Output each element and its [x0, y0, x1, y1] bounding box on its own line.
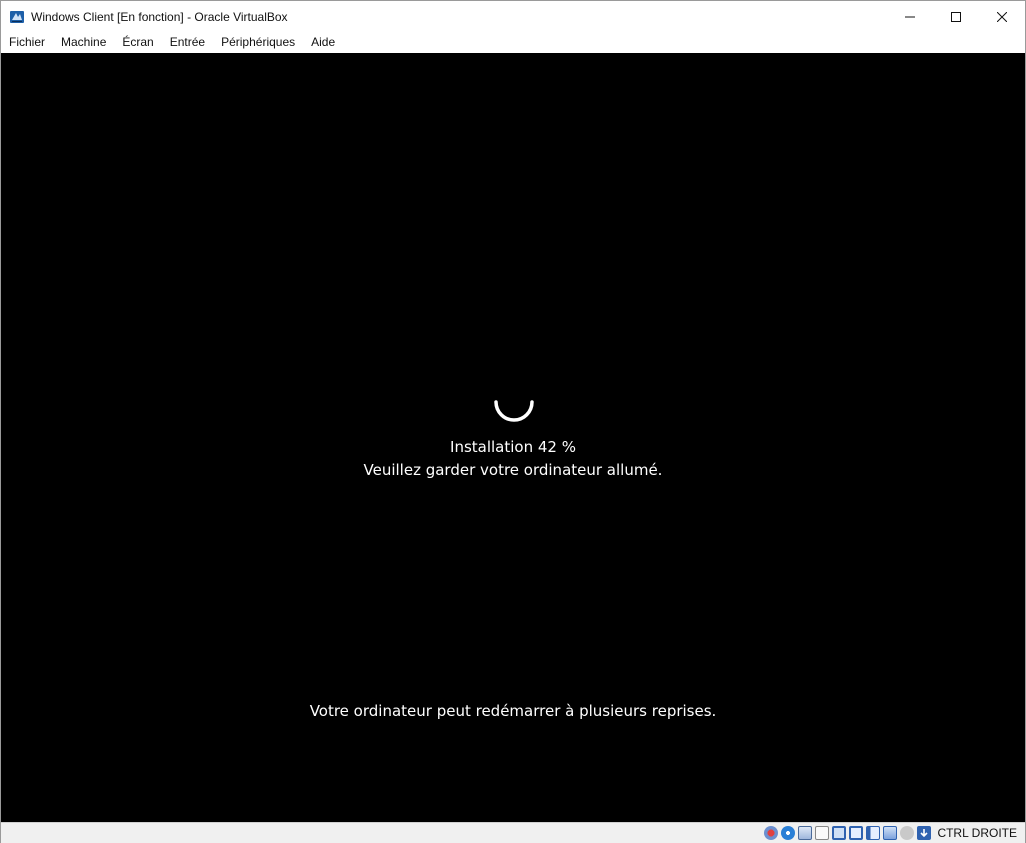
menu-peripheriques[interactable]: Périphériques: [213, 32, 303, 53]
cpu-icon[interactable]: [900, 826, 915, 840]
status-indicators: CTRL DROITE: [764, 824, 1017, 842]
shared-folders-icon[interactable]: [849, 826, 864, 840]
menu-fichier[interactable]: Fichier: [1, 32, 53, 53]
status-bar: CTRL DROITE: [1, 822, 1025, 843]
installation-progress-text: Installation 42 %: [450, 438, 576, 456]
recording-icon[interactable]: [883, 826, 898, 840]
menu-machine[interactable]: Machine: [53, 32, 114, 53]
window-title: Windows Client [En fonction] - Oracle Vi…: [31, 9, 288, 24]
virtualbox-window: Windows Client [En fonction] - Oracle Vi…: [0, 0, 1026, 843]
menu-ecran[interactable]: Écran: [114, 32, 161, 53]
loading-spinner-icon: [494, 400, 534, 422]
host-key-label: CTRL DROITE: [937, 826, 1017, 840]
network-icon[interactable]: [815, 826, 830, 840]
guest-display[interactable]: Installation 42 % Veuillez garder votre …: [1, 53, 1025, 822]
mouse-integration-icon[interactable]: [917, 826, 932, 840]
audio-icon[interactable]: [798, 826, 813, 840]
restart-notice-text: Votre ordinateur peut redémarrer à plusi…: [309, 702, 717, 720]
menu-entree[interactable]: Entrée: [162, 32, 213, 53]
minimize-button[interactable]: [887, 1, 933, 32]
keep-computer-on-text: Veuillez garder votre ordinateur allumé.: [363, 461, 663, 479]
display-icon[interactable]: [866, 826, 881, 840]
hard-disk-icon[interactable]: [764, 826, 779, 840]
close-button[interactable]: [979, 1, 1025, 32]
maximize-icon: [951, 11, 961, 22]
minimize-icon: [905, 16, 915, 17]
usb-icon[interactable]: [832, 826, 847, 840]
optical-drive-icon[interactable]: [781, 826, 796, 840]
virtualbox-app-icon[interactable]: [9, 9, 25, 25]
window-controls: [887, 1, 1025, 32]
menu-aide[interactable]: Aide: [303, 32, 343, 53]
close-icon: [997, 11, 1007, 22]
menu-bar: Fichier Machine Écran Entrée Périphériqu…: [1, 32, 1025, 53]
title-bar[interactable]: Windows Client [En fonction] - Oracle Vi…: [1, 1, 1025, 32]
maximize-button[interactable]: [933, 1, 979, 32]
